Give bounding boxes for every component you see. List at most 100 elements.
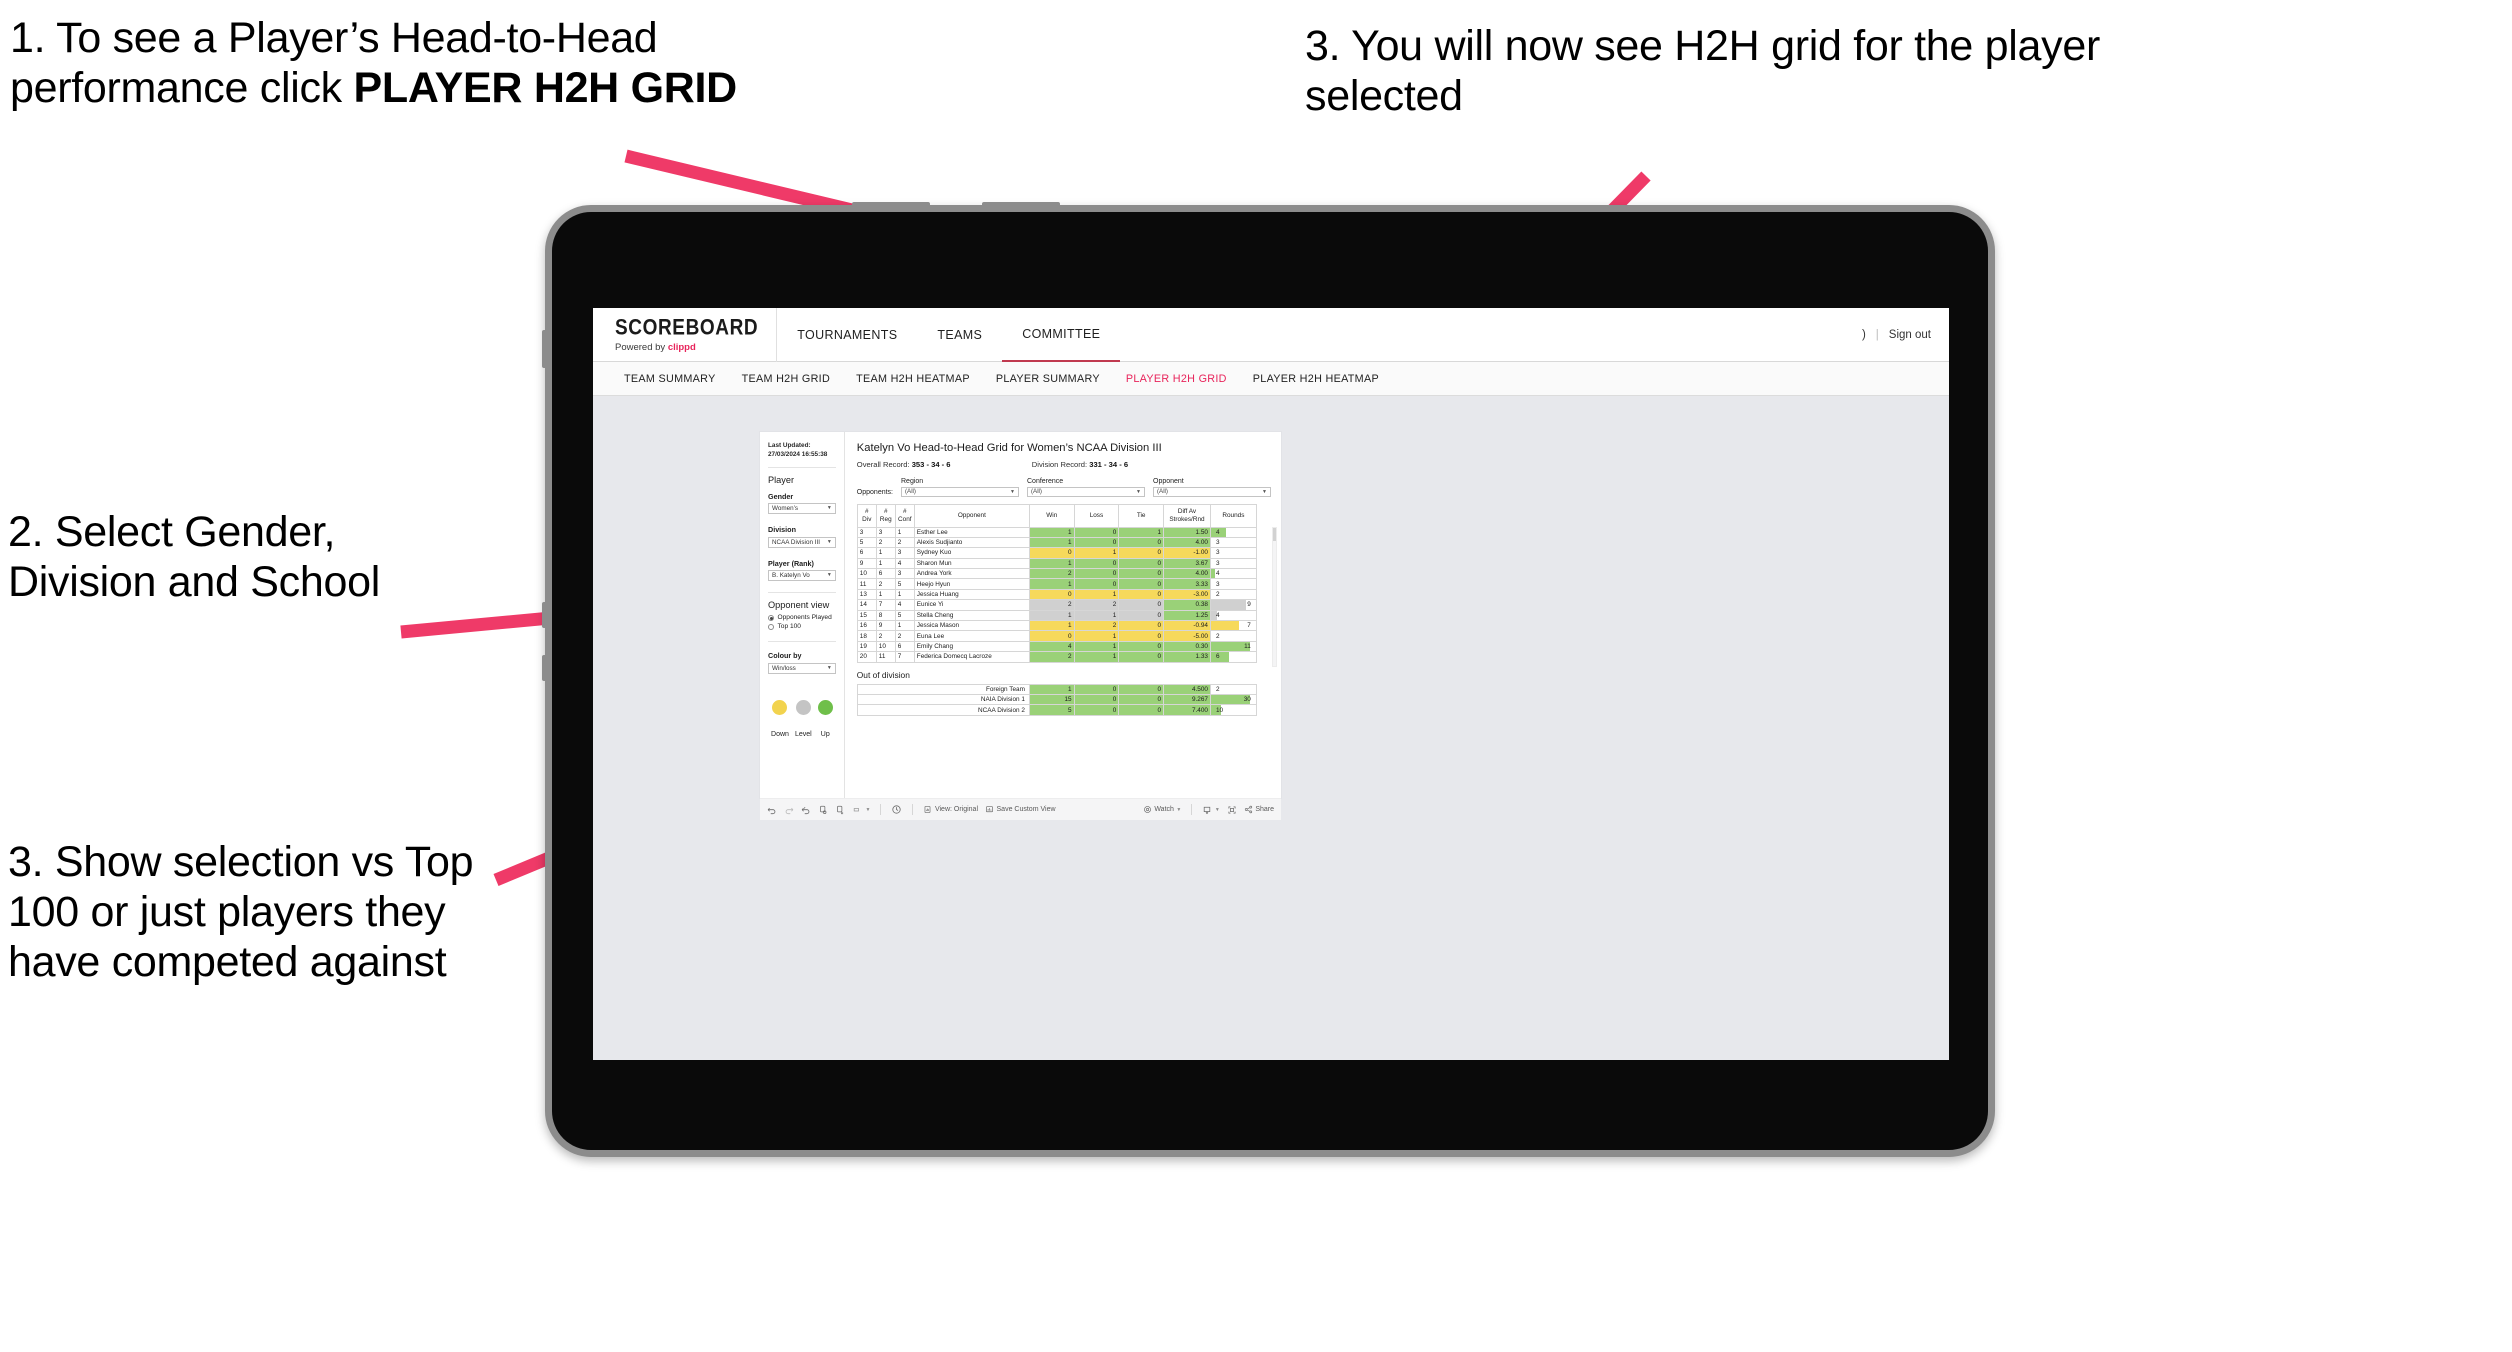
table-row[interactable]: 18 2 2 Euna Lee 0 1 0 -5.00 2 (856, 630, 1257, 642)
table-row[interactable]: 5 2 2 Alexis Sudjianto 1 0 0 4.00 3 (856, 536, 1257, 549)
nav-item-committee[interactable]: COMMITTEE (1002, 308, 1121, 362)
cell-reg: 1 (875, 588, 896, 601)
col-conf-line2: Conf (898, 515, 912, 523)
cell-div: 19 (856, 640, 877, 653)
cell-loss: 1 (1073, 640, 1120, 653)
radio-top-100[interactable]: Top 100 (768, 623, 836, 630)
gender-select[interactable]: Women’s ▼ (768, 503, 836, 515)
cell-opponent: Stella Cheng (913, 609, 1030, 622)
view-original-button[interactable]: View: Original (923, 805, 978, 814)
table-row[interactable]: 14 7 4 Eunice Yi 2 2 0 0.38 9 (856, 599, 1257, 611)
table-row[interactable]: 13 1 1 Jessica Huang 0 1 0 -3.00 2 (856, 588, 1257, 601)
gender-label: Gender (768, 491, 794, 501)
fullscreen-icon[interactable] (1227, 805, 1237, 815)
table-row[interactable]: 3 3 1 Esther Lee 1 0 1 1.50 4 (856, 526, 1257, 538)
out-of-division-row[interactable]: NCAA Division 2 5 0 0 7.400 10 (856, 704, 1257, 716)
share-button[interactable]: Share (1244, 805, 1274, 814)
table-scrollbar[interactable] (1272, 526, 1277, 667)
pause-updates-icon[interactable] (835, 805, 845, 815)
cell-opponent: Sydney Kuo (913, 547, 1030, 559)
radio-opponents-played[interactable]: Opponents Played (768, 614, 836, 621)
table-row[interactable]: 16 9 1 Jessica Mason 1 2 0 -0.94 7 (856, 619, 1257, 632)
cell-conf: 1 (894, 588, 915, 601)
cell-tie: 0 (1118, 588, 1165, 601)
sign-out-link[interactable]: Sign out (1889, 329, 1931, 341)
table-row[interactable]: 11 2 5 Heejo Hyun 1 0 0 3.33 3 (856, 578, 1257, 590)
table-row[interactable]: 15 8 5 Stella Cheng 1 1 0 1.25 4 (856, 609, 1257, 622)
col-loss[interactable]: Loss (1073, 503, 1120, 528)
cell-ood-loss: 0 (1073, 693, 1120, 706)
col-conf[interactable]: # Conf (894, 503, 915, 528)
pause-auto-updates-icon[interactable] (891, 804, 902, 815)
cell-diff-av-strokes: 4.00 (1163, 568, 1211, 580)
opponent-select[interactable]: (All) ▼ (1153, 486, 1271, 497)
conference-caption: Conference (1027, 478, 1064, 485)
nav-item-teams[interactable]: TEAMS (917, 308, 1002, 362)
cell-rounds: 3 (1209, 536, 1257, 549)
undo-icon[interactable] (767, 805, 777, 815)
download-icon[interactable]: ▼ (1202, 805, 1220, 815)
revert-icon[interactable] (801, 805, 811, 815)
tab-player-h2h-grid[interactable]: PLAYER H2H GRID (1113, 373, 1240, 385)
cell-win: 1 (1028, 619, 1075, 632)
player-rank-value: B. Katelyn Vo (772, 572, 810, 580)
cell-win: 1 (1028, 578, 1075, 590)
table-row[interactable]: 6 1 3 Sydney Kuo 0 1 0 -1.00 3 (856, 547, 1257, 559)
table-scrollbar-thumb[interactable] (1273, 527, 1276, 541)
colour-by-select[interactable]: Win/loss ▼ (768, 662, 836, 674)
col-div[interactable]: # Div (856, 503, 877, 528)
watch-button[interactable]: Watch ▼ (1143, 805, 1181, 814)
last-updated-label: Last Updated: 27/03/2024 16:55:38 (768, 442, 828, 459)
cell-reg: 7 (875, 599, 896, 611)
tab-team-h2h-grid[interactable]: TEAM H2H GRID (729, 373, 843, 385)
cell-ood-diff: 9.267 (1163, 693, 1211, 706)
tab-team-h2h-heatmap[interactable]: TEAM H2H HEATMAP (843, 373, 983, 385)
cell-ood-tie: 0 (1118, 693, 1165, 706)
table-row[interactable]: 19 10 6 Emily Chang 4 1 0 0.30 11 (856, 640, 1257, 653)
col-win[interactable]: Win (1028, 503, 1075, 528)
redo-icon[interactable] (784, 805, 794, 815)
division-select[interactable]: NCAA Division III ▼ (768, 536, 836, 548)
save-custom-view-button[interactable]: Save Custom View (985, 805, 1056, 814)
filter-divider-1 (768, 466, 836, 468)
cell-reg: 9 (875, 619, 896, 632)
cell-conf: 7 (894, 651, 915, 663)
refresh-data-icon[interactable] (818, 805, 828, 815)
region-select[interactable]: (All) ▼ (901, 486, 1019, 497)
cell-rounds: 2 (1209, 588, 1257, 601)
out-of-division-row[interactable]: Foreign Team 1 0 0 4.500 2 (856, 683, 1257, 695)
cell-rounds: 9 (1209, 599, 1257, 611)
col-opponent[interactable]: Opponent (913, 503, 1030, 528)
highlight-icon[interactable]: ▼ (852, 805, 870, 815)
tab-player-h2h-heatmap[interactable]: PLAYER H2H HEATMAP (1240, 373, 1392, 385)
opponent-filter: Opponent (All) ▼ (1153, 478, 1271, 497)
brand-logo[interactable]: SCOREBOARD Powered by clippd (593, 317, 776, 353)
cell-opponent: Esther Lee (913, 526, 1030, 538)
tab-player-summary[interactable]: PLAYER SUMMARY (983, 373, 1113, 385)
tab-team-summary[interactable]: TEAM SUMMARY (611, 373, 729, 385)
table-row[interactable]: 20 11 7 Federica Domecq Lacroze 2 1 0 1.33 6 (856, 651, 1257, 663)
out-of-division-row[interactable]: NAIA Division 1 15 0 0 9.267 30 (856, 693, 1257, 706)
col-tie[interactable]: Tie (1118, 503, 1165, 528)
legend-level-label: Level (794, 730, 812, 738)
secondary-nav: TEAM SUMMARY TEAM H2H GRID TEAM H2H HEAT… (593, 362, 1949, 396)
cell-conf: 5 (894, 578, 915, 590)
overall-record-value: 353 - 34 - 6 (911, 460, 951, 469)
col-reg-line1: # (884, 508, 888, 516)
cell-conf: 2 (894, 536, 915, 549)
overall-record: Overall Record: 353 - 34 - 6 (857, 460, 1032, 469)
table-row[interactable]: 9 1 4 Sharon Mun 1 0 0 3.67 3 (856, 557, 1257, 570)
app-header: SCOREBOARD Powered by clippd TOURNAMENTS… (593, 308, 1949, 362)
col-rounds[interactable]: Rounds (1209, 503, 1257, 528)
player-rank-select[interactable]: B. Katelyn Vo ▼ (768, 570, 836, 582)
conference-select[interactable]: (All) ▼ (1027, 486, 1145, 497)
legend-down-label: Down (771, 730, 789, 738)
cell-rounds: 6 (1209, 651, 1257, 663)
table-row[interactable]: 10 6 3 Andrea York 2 0 0 4.00 4 (856, 568, 1257, 580)
toolbar-divider-3 (1191, 804, 1193, 815)
nav-item-tournaments[interactable]: TOURNAMENTS (777, 308, 917, 362)
view-original-label: View: Original (934, 806, 979, 813)
cell-opponent: Jessica Huang (913, 588, 1030, 601)
col-diff-av-strokes[interactable]: Diff Av Strokes/Rnd (1163, 503, 1211, 528)
col-reg[interactable]: # Reg (875, 503, 896, 528)
